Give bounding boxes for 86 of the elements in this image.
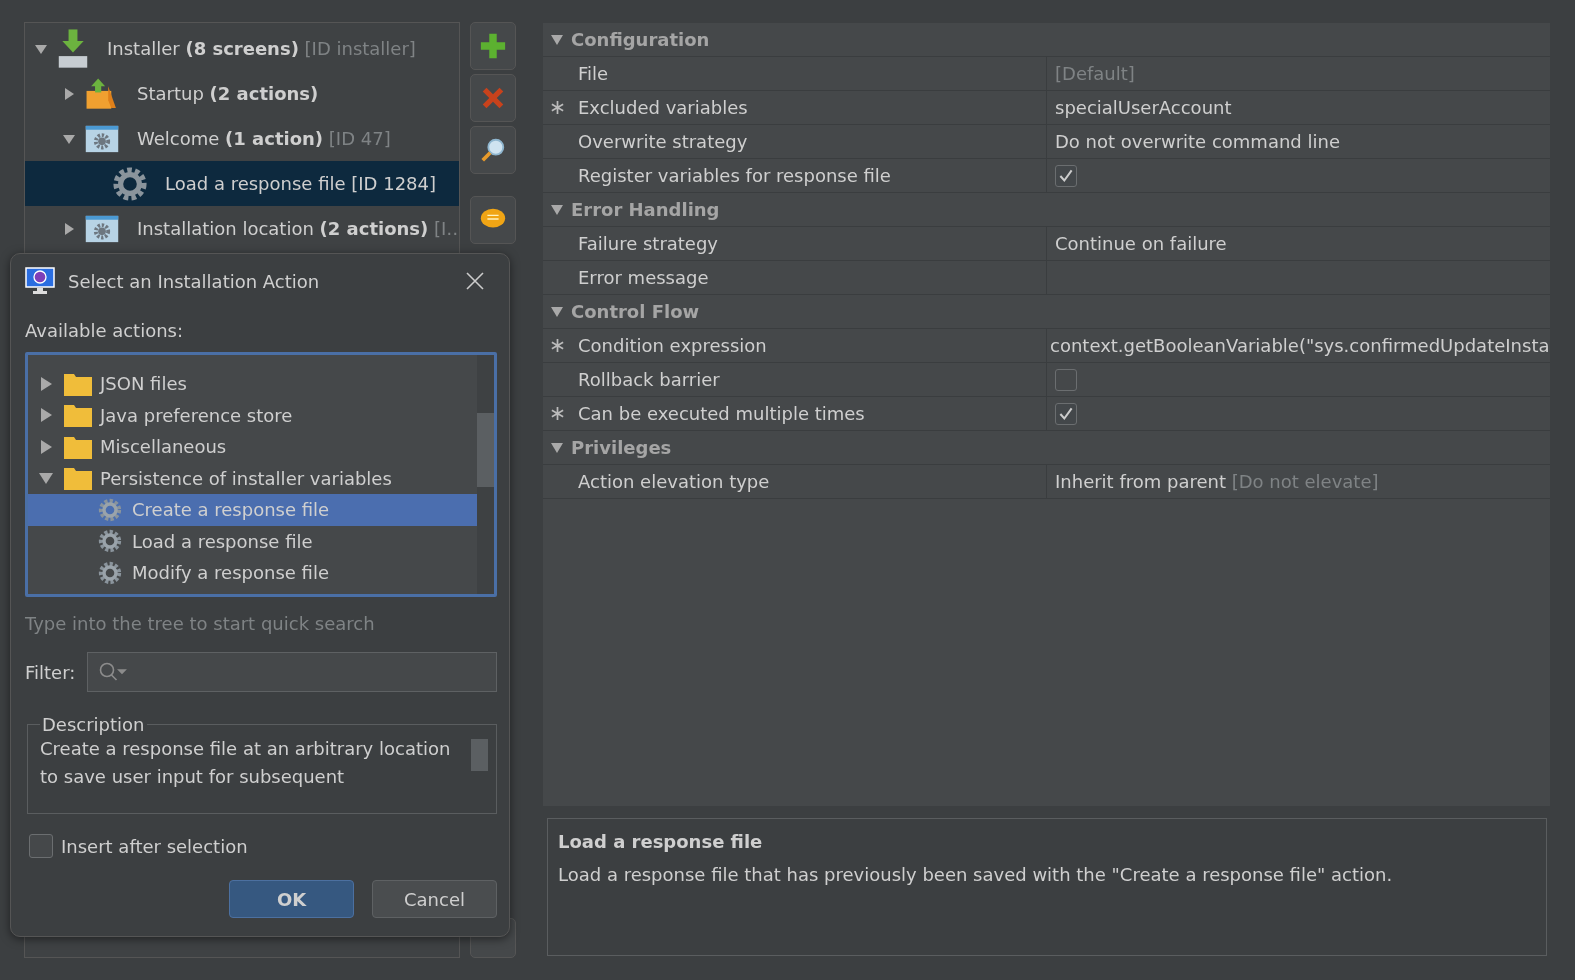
checkbox-label: Insert after selection: [61, 835, 248, 857]
ok-button[interactable]: OK: [229, 880, 354, 918]
help-text: Load a response file that has previously been saved with the "Create a response file" action.: [558, 864, 1394, 885]
checkbox[interactable]: [1055, 369, 1077, 391]
search-button[interactable]: [470, 126, 516, 174]
magnifier-icon: [479, 136, 507, 164]
tree-item[interactable]: Java preference store: [28, 399, 477, 431]
folder-icon: [64, 403, 92, 428]
tree-item[interactable]: Startup (2 actions): [25, 71, 459, 116]
checkbox[interactable]: [1055, 403, 1077, 425]
dialog-title: Select an Installation Action: [68, 270, 321, 292]
tree-item[interactable]: Persistence of installer variables: [28, 462, 477, 494]
property-name: Rollback barrier: [571, 363, 1047, 396]
filter-label: Filter:: [25, 661, 76, 683]
property-value[interactable]: Do not overwrite command line: [1055, 131, 1340, 152]
gear-icon: [96, 560, 124, 585]
actions-tree[interactable]: JSON files Java preference store Miscellaneous Persistence of installer variables Create a response file Load a response file Modify a response file: [25, 352, 497, 597]
gear-icon: [96, 529, 124, 554]
quick-search-hint: Type into the tree to start quick search: [25, 613, 376, 634]
scrollbar-thumb[interactable]: [471, 739, 488, 771]
folder-icon: [64, 371, 92, 396]
property-name: Can be executed multiple times: [571, 397, 1047, 430]
category-heading: Error Handling: [571, 199, 720, 220]
tree-item-label: Startup (2 actions): [137, 83, 319, 104]
tree-item[interactable]: Installation location (2 actions) [I…: [25, 206, 459, 251]
property-name: Failure strategy: [571, 227, 1047, 260]
property-row[interactable]: Can be executed multiple times: [543, 397, 1550, 431]
property-value[interactable]: context.getBooleanVariable("sys.confirmedUpdateInsta: [1050, 335, 1550, 356]
property-row[interactable]: File [Default]: [543, 57, 1550, 91]
property-value[interactable]: Inherit from parent [Do not elevate]: [1055, 471, 1379, 492]
close-icon[interactable]: [465, 271, 485, 291]
expand-toggle-icon[interactable]: [38, 407, 54, 424]
property-row[interactable]: Action elevation type Inherit from parent [Do not elevate]: [543, 465, 1550, 499]
property-name: Action elevation type: [571, 465, 1047, 498]
property-name: Overwrite strategy: [571, 125, 1047, 158]
property-name: File: [571, 57, 1047, 90]
tree-item-label: Installer (8 screens) [ID installer]: [107, 38, 416, 59]
available-actions-label: Available actions:: [25, 320, 185, 341]
property-row[interactable]: Condition expression context.getBooleanVariable("sys.confirmedUpdateInsta: [543, 329, 1550, 363]
checkbox[interactable]: [29, 834, 53, 858]
add-button[interactable]: [470, 22, 516, 70]
tree-item[interactable]: Modify a response file: [28, 557, 477, 589]
gear-icon: [96, 497, 124, 522]
category-heading: Configuration: [571, 29, 710, 50]
property-row[interactable]: Rollback barrier: [543, 363, 1550, 397]
filter-field[interactable]: [87, 652, 497, 692]
download-icon: [57, 27, 89, 70]
expand-toggle-icon[interactable]: [38, 438, 54, 455]
property-row[interactable]: Register variables for response file: [543, 159, 1550, 193]
property-row[interactable]: Excluded variables specialUserAccount: [543, 91, 1550, 125]
category-heading: Privileges: [571, 437, 672, 458]
plus-icon: [479, 32, 507, 60]
property-name: Register variables for response file: [571, 159, 1047, 192]
property-value[interactable]: specialUserAccount: [1055, 97, 1232, 118]
property-row[interactable]: Error message: [543, 261, 1550, 295]
search-icon[interactable]: [98, 661, 129, 683]
property-name: Condition expression: [571, 329, 1047, 362]
tree-item-label: Installation location (2 actions) [I…: [137, 218, 459, 239]
tree-item[interactable]: Create a response file: [28, 494, 477, 526]
property-name: Error message: [571, 261, 1047, 294]
tree-item[interactable]: Welcome (1 action) [ID 47]: [25, 116, 459, 161]
tree-item[interactable]: Load a response file [ID 1284]: [25, 161, 459, 206]
tree-item-label: Load a response file [ID 1284]: [165, 173, 436, 194]
tree-item-label: Welcome (1 action) [ID 47]: [137, 128, 391, 149]
cancel-button[interactable]: Cancel: [372, 880, 497, 918]
description-legend: Description: [40, 714, 147, 735]
property-row[interactable]: Overwrite strategy Do not overwrite command line: [543, 125, 1550, 159]
scrollbar-thumb[interactable]: [477, 413, 494, 487]
folder-icon: [64, 466, 92, 491]
property-name: Excluded variables: [571, 91, 1047, 124]
expand-toggle-icon[interactable]: [38, 375, 54, 392]
box-icon: [85, 76, 119, 111]
property-row[interactable]: Failure strategy Continue on failure: [543, 227, 1550, 261]
description-text: Create a response file at an arbitrary location to save user input for subsequent: [40, 737, 452, 789]
monitor-icon: [25, 267, 55, 295]
tree-item[interactable]: Installer (8 screens) [ID installer]: [25, 26, 459, 71]
folder-icon: [64, 434, 92, 459]
comment-button[interactable]: [470, 196, 516, 244]
gear-icon: [113, 166, 147, 201]
help-title: Load a response file: [558, 831, 764, 852]
property-value[interactable]: Continue on failure: [1055, 233, 1227, 254]
tree-item[interactable]: JSON files: [28, 368, 477, 400]
category-heading: Control Flow: [571, 301, 700, 322]
tree-item[interactable]: Load a response file: [28, 525, 477, 557]
tree-item[interactable]: Miscellaneous: [28, 431, 477, 463]
checkbox[interactable]: [1055, 165, 1077, 187]
